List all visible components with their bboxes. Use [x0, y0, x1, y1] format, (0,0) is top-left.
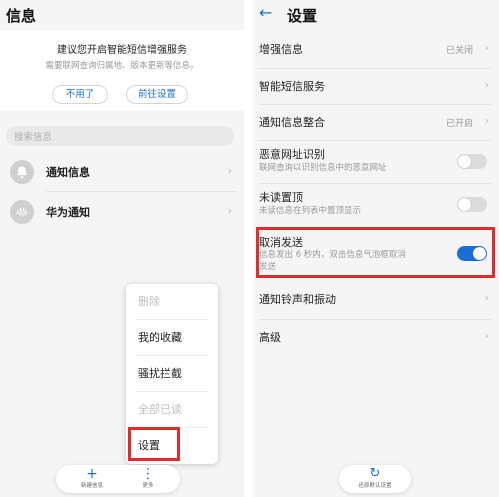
- refresh-icon: ↻: [369, 466, 381, 481]
- setting-pin-unread[interactable]: 未读置顶 未读信息在列表中置顶显示: [253, 185, 499, 225]
- divider: [259, 104, 491, 105]
- divider: [259, 183, 491, 184]
- menu-item-mark-all-read: 全部已读: [138, 403, 182, 416]
- setting-title: 智能短信服务: [259, 80, 325, 93]
- setting-malicious-url-detection[interactable]: 恶意网址识别 联网查询以识别信息中的恶意网址: [253, 142, 499, 182]
- setting-title: 未读置顶: [259, 191, 303, 204]
- toggle-knob: [458, 198, 471, 211]
- panel-divider: [244, 0, 253, 497]
- pin-unread-toggle[interactable]: [457, 197, 487, 212]
- search-placeholder: 搜索信息: [14, 132, 53, 143]
- restore-defaults-label: 还原默认设置: [358, 483, 392, 489]
- conversation-name: 华为通知: [46, 206, 90, 219]
- setting-notification-merge[interactable]: 通知信息整合 已开启 ›: [253, 106, 499, 140]
- search-input[interactable]: 搜索信息: [6, 126, 234, 146]
- toggle-knob: [458, 155, 471, 168]
- settings-header: ← 设置: [253, 0, 499, 30]
- more-label: 更多: [142, 483, 154, 489]
- new-message-button[interactable]: + 新建信息: [72, 467, 112, 490]
- setting-enhanced-messages[interactable]: 增强信息 已关闭 ›: [253, 33, 499, 65]
- more-button[interactable]: ⋮ 更多: [128, 467, 168, 490]
- back-arrow-icon[interactable]: ←: [259, 3, 272, 22]
- divider: [46, 191, 236, 192]
- smart-sms-promo-card: 建议您开启智能短信增强服务 需要联网查询归属地、版本更新等信息。 不用了 前往设…: [0, 30, 244, 110]
- go-to-settings-button[interactable]: 前往设置: [126, 85, 188, 104]
- promo-title: 建议您开启智能短信增强服务: [57, 45, 187, 56]
- setting-subtitle: 联网查询以识别信息中的恶意网址: [259, 163, 387, 173]
- more-vertical-icon: ⋮: [141, 466, 155, 482]
- setting-value: 已开启: [445, 119, 473, 129]
- cancel-send-highlight-box: [256, 227, 495, 278]
- menu-item-delete: 删除: [138, 295, 160, 308]
- huawei-logo-icon: [10, 200, 34, 224]
- malicious-url-toggle[interactable]: [457, 154, 487, 169]
- chevron-right-icon: ›: [484, 41, 489, 54]
- chevron-right-icon: ›: [484, 78, 489, 91]
- chevron-right-icon: ›: [227, 204, 232, 217]
- new-message-label: 新建信息: [80, 483, 103, 489]
- page-title: 设置: [287, 7, 318, 25]
- bell-icon: [10, 160, 34, 184]
- plus-icon: +: [86, 466, 98, 482]
- conversation-item-notifications[interactable]: 通知信息 ›: [0, 153, 244, 191]
- setting-title: 增强信息: [259, 43, 303, 56]
- messages-header: 信息: [0, 0, 244, 30]
- menu-item-favorites[interactable]: 我的收藏: [126, 320, 218, 356]
- page-title: 信息: [6, 7, 37, 25]
- conversation-name: 通知信息: [46, 166, 90, 179]
- promo-description: 需要联网查询归属地、版本更新等信息。: [45, 61, 199, 71]
- setting-notification-sound-vibration[interactable]: 通知铃声和振动 ›: [253, 282, 499, 318]
- restore-defaults-button[interactable]: ↻ 还原默认设置: [339, 465, 411, 493]
- setting-subtitle: 未读信息在列表中置顶显示: [259, 206, 362, 216]
- chevron-right-icon: ›: [484, 114, 489, 127]
- bottom-action-bar: + 新建信息 ⋮ 更多: [56, 465, 180, 493]
- settings-screen: ← 设置 增强信息 已关闭 › 智能短信服务 › 通知信息整合 已开启 › 恶意…: [253, 0, 499, 497]
- divider: [259, 319, 491, 320]
- messages-screen: 信息 建议您开启智能短信增强服务 需要联网查询归属地、版本更新等信息。 不用了 …: [0, 0, 244, 497]
- setting-smart-sms-service[interactable]: 智能短信服务 ›: [253, 70, 499, 104]
- setting-title: 恶意网址识别: [259, 148, 325, 161]
- chevron-right-icon: ›: [484, 291, 489, 304]
- conversation-item-huawei[interactable]: 华为通知 ›: [0, 193, 244, 231]
- chevron-right-icon: ›: [227, 164, 232, 177]
- settings-highlight-box: [128, 427, 180, 461]
- dismiss-button[interactable]: 不用了: [52, 85, 108, 104]
- setting-title: 高级: [259, 331, 281, 344]
- divider: [259, 140, 491, 141]
- setting-value: 已关闭: [445, 46, 473, 56]
- setting-advanced[interactable]: 高级 ›: [253, 321, 499, 355]
- setting-title: 通知铃声和振动: [259, 293, 336, 306]
- divider: [259, 68, 491, 69]
- chevron-right-icon: ›: [484, 329, 489, 342]
- menu-item-spam-blocking[interactable]: 骚扰拦截: [126, 356, 218, 392]
- setting-title: 通知信息整合: [259, 116, 325, 129]
